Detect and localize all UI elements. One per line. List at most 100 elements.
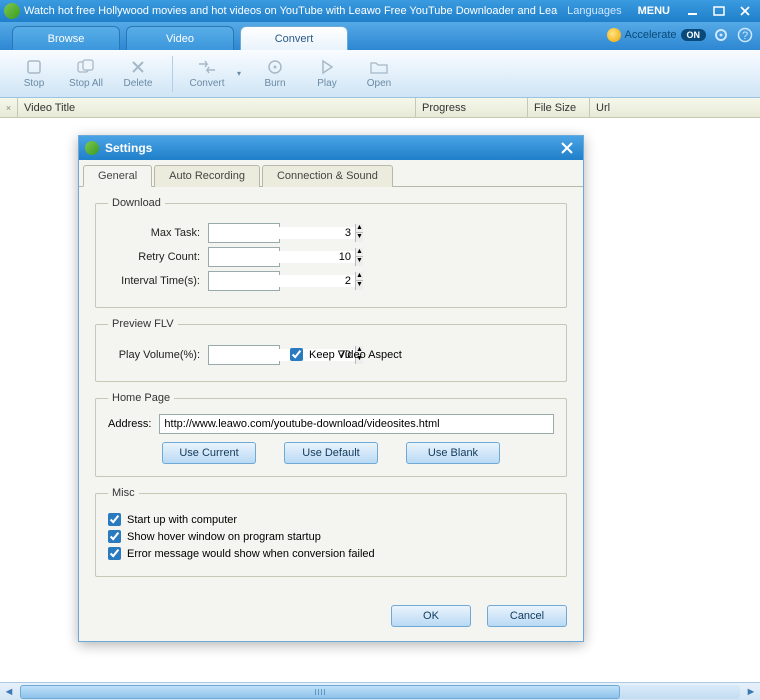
tab-connection-sound[interactable]: Connection & Sound bbox=[262, 165, 393, 187]
languages-link[interactable]: Languages bbox=[567, 5, 621, 17]
interval-spinner[interactable]: ▲▼ bbox=[208, 271, 280, 291]
spin-down-icon[interactable]: ▼ bbox=[355, 257, 363, 266]
open-button[interactable]: Open bbox=[355, 52, 403, 96]
use-default-button[interactable]: Use Default bbox=[284, 442, 378, 464]
homepage-legend: Home Page bbox=[108, 392, 174, 404]
window-title: Watch hot free Hollywood movies and hot … bbox=[24, 5, 559, 17]
maximize-button[interactable] bbox=[708, 3, 730, 19]
hover-label: Show hover window on program startup bbox=[127, 531, 321, 543]
dialog-close-button[interactable] bbox=[557, 139, 577, 157]
horizontal-scrollbar[interactable]: ◄ ► bbox=[0, 682, 760, 700]
tab-browse[interactable]: Browse bbox=[12, 26, 120, 50]
retry-label: Retry Count: bbox=[108, 251, 200, 263]
accelerate-state: ON bbox=[681, 29, 707, 41]
scroll-track[interactable] bbox=[20, 685, 740, 699]
retry-input[interactable] bbox=[209, 251, 355, 263]
volume-label: Play Volume(%): bbox=[108, 349, 200, 361]
download-group: Download Max Task: ▲▼ Retry Count: ▲▼ In… bbox=[95, 197, 567, 308]
titlebar: Watch hot free Hollywood movies and hot … bbox=[0, 0, 760, 22]
stop-button[interactable]: Stop bbox=[10, 52, 58, 96]
gear-icon[interactable] bbox=[712, 26, 730, 44]
close-button[interactable] bbox=[734, 3, 756, 19]
accelerate-toggle[interactable]: Accelerate ON bbox=[607, 28, 706, 42]
spin-up-icon[interactable]: ▲ bbox=[355, 224, 363, 233]
minimize-button[interactable] bbox=[682, 3, 704, 19]
preview-group: Preview FLV Play Volume(%): ▲▼ Keep Vide… bbox=[95, 318, 567, 382]
stop-icon bbox=[24, 58, 44, 76]
tab-bar: Browse Video Convert Accelerate ON ? bbox=[0, 22, 760, 50]
tab-convert[interactable]: Convert bbox=[240, 26, 348, 50]
error-checkbox[interactable]: Error message would show when conversion… bbox=[108, 547, 554, 560]
ok-button[interactable]: OK bbox=[391, 605, 471, 627]
tab-video[interactable]: Video bbox=[126, 26, 234, 50]
max-task-input[interactable] bbox=[209, 227, 355, 239]
convert-button[interactable]: Convert bbox=[179, 52, 235, 96]
col-star[interactable]: × bbox=[0, 98, 18, 117]
stop-all-button[interactable]: Stop All bbox=[62, 52, 110, 96]
menu-link[interactable]: MENU bbox=[638, 5, 670, 17]
hover-input[interactable] bbox=[108, 530, 121, 543]
help-icon[interactable]: ? bbox=[736, 26, 754, 44]
max-task-spinner[interactable]: ▲▼ bbox=[208, 223, 280, 243]
use-blank-button[interactable]: Use Blank bbox=[406, 442, 500, 464]
address-label: Address: bbox=[108, 418, 151, 430]
dialog-titlebar[interactable]: Settings bbox=[79, 136, 583, 160]
use-current-button[interactable]: Use Current bbox=[162, 442, 256, 464]
max-task-label: Max Task: bbox=[108, 227, 200, 239]
toolbar-separator bbox=[172, 56, 173, 92]
tab-general[interactable]: General bbox=[83, 165, 152, 187]
volume-spinner[interactable]: ▲▼ bbox=[208, 345, 280, 365]
app-icon bbox=[4, 3, 20, 19]
burn-button[interactable]: Burn bbox=[251, 52, 299, 96]
delete-icon bbox=[128, 58, 148, 76]
cancel-button[interactable]: Cancel bbox=[487, 605, 567, 627]
play-button[interactable]: Play bbox=[303, 52, 351, 96]
startup-input[interactable] bbox=[108, 513, 121, 526]
spin-up-icon[interactable]: ▲ bbox=[355, 272, 363, 281]
convert-icon bbox=[197, 58, 217, 76]
scroll-left-icon[interactable]: ◄ bbox=[0, 684, 18, 700]
startup-checkbox[interactable]: Start up with computer bbox=[108, 513, 554, 526]
spin-down-icon[interactable]: ▼ bbox=[355, 233, 363, 242]
stop-all-icon bbox=[76, 58, 96, 76]
play-icon bbox=[317, 58, 337, 76]
address-input[interactable] bbox=[159, 414, 554, 434]
interval-label: Interval Time(s): bbox=[108, 275, 200, 287]
accelerate-icon bbox=[607, 28, 621, 42]
col-progress[interactable]: Progress bbox=[416, 98, 528, 117]
col-title[interactable]: Video Title bbox=[18, 98, 416, 117]
scroll-grip-icon bbox=[315, 689, 325, 695]
tab-auto-recording[interactable]: Auto Recording bbox=[154, 165, 260, 187]
spin-up-icon[interactable]: ▲ bbox=[355, 248, 363, 257]
column-headers: × Video Title Progress File Size Url bbox=[0, 98, 760, 118]
convert-dropdown[interactable]: ▾ bbox=[237, 69, 247, 78]
keep-aspect-input[interactable] bbox=[290, 348, 303, 361]
col-url[interactable]: Url bbox=[590, 98, 760, 117]
dialog-tabs: General Auto Recording Connection & Soun… bbox=[79, 160, 583, 187]
keep-aspect-checkbox[interactable]: Keep Video Aspect bbox=[290, 348, 402, 361]
misc-legend: Misc bbox=[108, 487, 139, 499]
misc-group: Misc Start up with computer Show hover w… bbox=[95, 487, 567, 577]
preview-legend: Preview FLV bbox=[108, 318, 178, 330]
homepage-group: Home Page Address: Use Current Use Defau… bbox=[95, 392, 567, 477]
toolbar: Stop Stop All Delete Convert ▾ Burn Play… bbox=[0, 50, 760, 98]
retry-spinner[interactable]: ▲▼ bbox=[208, 247, 280, 267]
error-input[interactable] bbox=[108, 547, 121, 560]
dialog-footer: OK Cancel bbox=[79, 597, 583, 641]
delete-button[interactable]: Delete bbox=[114, 52, 162, 96]
folder-icon bbox=[369, 58, 389, 76]
hover-checkbox[interactable]: Show hover window on program startup bbox=[108, 530, 554, 543]
settings-dialog: Settings General Auto Recording Connecti… bbox=[78, 135, 584, 642]
col-size[interactable]: File Size bbox=[528, 98, 590, 117]
svg-text:?: ? bbox=[742, 30, 748, 42]
spin-down-icon[interactable]: ▼ bbox=[355, 281, 363, 290]
scroll-thumb[interactable] bbox=[20, 685, 620, 699]
keep-aspect-label: Keep Video Aspect bbox=[309, 349, 402, 361]
dialog-title: Settings bbox=[105, 141, 557, 155]
content-area: Settings General Auto Recording Connecti… bbox=[0, 118, 760, 682]
burn-icon bbox=[265, 58, 285, 76]
startup-label: Start up with computer bbox=[127, 514, 237, 526]
scroll-right-icon[interactable]: ► bbox=[742, 684, 760, 700]
interval-input[interactable] bbox=[209, 275, 355, 287]
dialog-app-icon bbox=[85, 141, 99, 155]
